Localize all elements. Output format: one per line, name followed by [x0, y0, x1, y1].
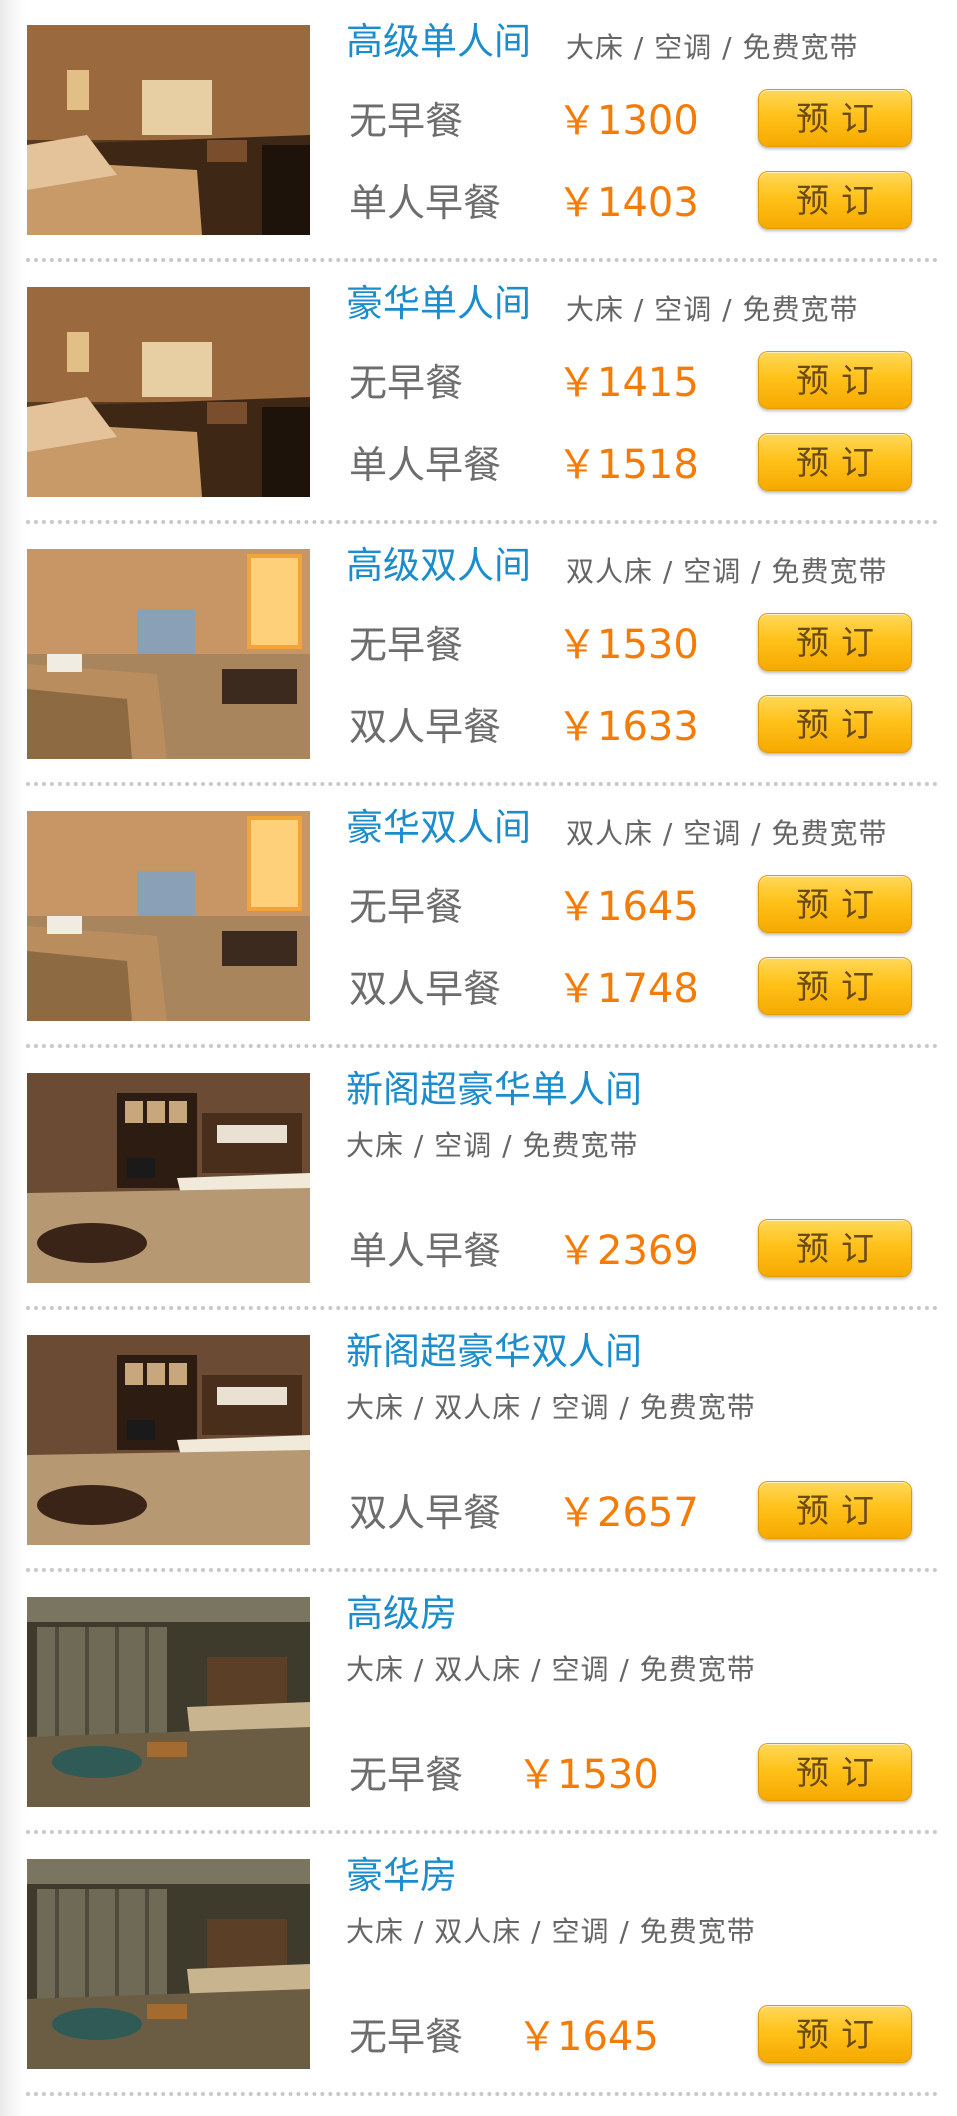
room-photo[interactable] — [27, 811, 310, 1021]
meal-option: 无早餐 — [349, 99, 464, 143]
room-features: 大床 / 空调 / 免费宽带 — [566, 293, 859, 326]
room-card-superior-single: 高级单人间 大床 / 空调 / 免费宽带 无早餐 ￥1300 预订 单人早餐 ￥… — [0, 0, 957, 262]
room-list: 高级单人间 大床 / 空调 / 免费宽带 无早餐 ￥1300 预订 单人早餐 ￥… — [0, 0, 957, 2116]
room-photo[interactable] — [27, 287, 310, 497]
price: ￥2369 — [557, 1228, 699, 1274]
meal-option: 双人早餐 — [349, 1491, 502, 1535]
room-features: 大床 / 空调 / 免费宽带 — [346, 1129, 639, 1162]
hotel-room-photo-icon — [27, 287, 310, 497]
book-button[interactable]: 预订 — [758, 171, 912, 229]
room-card-deluxe-single: 豪华单人间 大床 / 空调 / 免费宽带 无早餐 ￥1415 预订 单人早餐 ￥… — [0, 262, 957, 524]
price: ￥1645 — [517, 2014, 659, 2060]
room-photo[interactable] — [27, 1597, 310, 1807]
room-photo[interactable] — [27, 1073, 310, 1283]
room-features: 大床 / 双人床 / 空调 / 免费宽带 — [346, 1915, 756, 1948]
room-features: 双人床 / 空调 / 免费宽带 — [566, 817, 888, 850]
price: ￥2657 — [557, 1490, 699, 1536]
room-name: 高级单人间 — [346, 20, 531, 63]
room-features: 双人床 / 空调 / 免费宽带 — [566, 555, 888, 588]
room-card-superior-twin: 高级双人间 双人床 / 空调 / 免费宽带 无早餐 ￥1530 预订 双人早餐 … — [0, 524, 957, 786]
price: ￥1518 — [557, 442, 699, 488]
meal-option: 无早餐 — [349, 885, 464, 929]
room-card-new-wing-premier-single: 新阁超豪华单人间 大床 / 空调 / 免费宽带 单人早餐 ￥2369 预订 — [0, 1048, 957, 1310]
hotel-room-photo-icon — [27, 25, 310, 235]
room-features: 大床 / 空调 / 免费宽带 — [566, 31, 859, 64]
price: ￥1748 — [557, 966, 699, 1012]
book-button[interactable]: 预订 — [758, 351, 912, 409]
book-button[interactable]: 预订 — [758, 875, 912, 933]
meal-option: 无早餐 — [349, 2015, 464, 2059]
price: ￥1530 — [517, 1752, 659, 1798]
meal-option: 单人早餐 — [349, 443, 502, 487]
room-name: 豪华房 — [346, 1854, 457, 1897]
book-button[interactable]: 预订 — [758, 1481, 912, 1539]
hotel-room-photo-icon — [27, 1597, 310, 1807]
room-features: 大床 / 双人床 / 空调 / 免费宽带 — [346, 1653, 756, 1686]
room-photo[interactable] — [27, 25, 310, 235]
meal-option: 无早餐 — [349, 1753, 464, 1797]
book-button[interactable]: 预订 — [758, 613, 912, 671]
price: ￥1530 — [557, 622, 699, 668]
meal-option: 无早餐 — [349, 361, 464, 405]
price: ￥1633 — [557, 704, 699, 750]
hotel-room-photo-icon — [27, 549, 310, 759]
room-features: 大床 / 双人床 / 空调 / 免费宽带 — [346, 1391, 756, 1424]
book-button[interactable]: 预订 — [758, 2005, 912, 2063]
price: ￥1300 — [557, 98, 699, 144]
meal-option: 双人早餐 — [349, 705, 502, 749]
hotel-room-photo-icon — [27, 1335, 310, 1545]
room-name: 高级房 — [346, 1592, 457, 1635]
room-name: 豪华单人间 — [346, 282, 531, 325]
book-button[interactable]: 预订 — [758, 695, 912, 753]
room-name: 豪华双人间 — [346, 806, 531, 849]
book-button[interactable]: 预订 — [758, 89, 912, 147]
room-photo[interactable] — [27, 1335, 310, 1545]
book-button[interactable]: 预订 — [758, 433, 912, 491]
meal-option: 双人早餐 — [349, 967, 502, 1011]
room-name: 新阁超豪华双人间 — [346, 1330, 642, 1373]
room-name: 高级双人间 — [346, 544, 531, 587]
book-button[interactable]: 预订 — [758, 1219, 912, 1277]
room-name: 新阁超豪华单人间 — [346, 1068, 642, 1111]
price: ￥1415 — [557, 360, 699, 406]
hotel-room-photo-icon — [27, 811, 310, 1021]
meal-option: 无早餐 — [349, 623, 464, 667]
price: ￥1645 — [557, 884, 699, 930]
hotel-room-photo-icon — [27, 1859, 310, 2069]
room-card-new-wing-premier-twin: 新阁超豪华双人间 大床 / 双人床 / 空调 / 免费宽带 双人早餐 ￥2657… — [0, 1310, 957, 1572]
room-card-superior: 高级房 大床 / 双人床 / 空调 / 免费宽带 无早餐 ￥1530 预订 — [0, 1572, 957, 1834]
book-button[interactable]: 预订 — [758, 957, 912, 1015]
room-photo[interactable] — [27, 1859, 310, 2069]
book-button[interactable]: 预订 — [758, 1743, 912, 1801]
room-card-deluxe: 豪华房 大床 / 双人床 / 空调 / 免费宽带 无早餐 ￥1645 预订 — [0, 1834, 957, 2096]
room-photo[interactable] — [27, 549, 310, 759]
room-card-deluxe-twin: 豪华双人间 双人床 / 空调 / 免费宽带 无早餐 ￥1645 预订 双人早餐 … — [0, 786, 957, 1048]
hotel-room-photo-icon — [27, 1073, 310, 1283]
price: ￥1403 — [557, 180, 699, 226]
meal-option: 单人早餐 — [349, 1229, 502, 1273]
meal-option: 单人早餐 — [349, 181, 502, 225]
